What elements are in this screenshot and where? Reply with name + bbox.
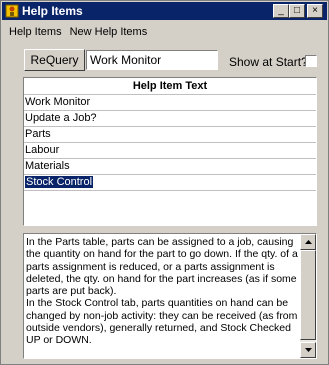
maximize-button[interactable]: □	[289, 4, 305, 18]
window-title: Help Items	[22, 4, 83, 18]
help-topic-input[interactable]: Work Monitor	[86, 50, 218, 70]
show-at-start-checkbox[interactable]	[305, 55, 317, 67]
list-item[interactable]: Update a Job?	[24, 111, 316, 127]
vertical-scrollbar[interactable]	[300, 234, 316, 358]
list-item-label: Stock Control	[25, 176, 94, 188]
menu-help-items[interactable]: Help Items	[5, 26, 66, 38]
scroll-thumb[interactable]	[300, 250, 316, 340]
list-item[interactable]: Materials	[24, 159, 316, 175]
close-button[interactable]: ×	[307, 4, 323, 18]
arrow-down-icon	[304, 348, 312, 352]
description-textarea[interactable]: In the Parts table, parts can be assigne…	[23, 233, 317, 359]
help-items-window: Help Items _ □ × Help Items New Help Ite…	[0, 0, 329, 365]
help-item-list[interactable]: Help Item Text Work Monitor Update a Job…	[23, 77, 317, 226]
list-item-label: Update a Job?	[25, 112, 97, 124]
list-item-label: Work Monitor	[25, 96, 91, 108]
list-item-label: Parts	[25, 128, 51, 140]
list-item[interactable]: Work Monitor	[24, 95, 316, 111]
arrow-up-icon	[304, 240, 312, 244]
list-item[interactable]: Labour	[24, 143, 316, 159]
list-item-label: Labour	[25, 144, 60, 156]
list-item[interactable]: Parts	[24, 127, 316, 143]
minimize-button[interactable]: _	[273, 4, 289, 18]
list-item-selected[interactable]: Stock Control	[24, 175, 316, 191]
list-header: Help Item Text	[24, 78, 316, 95]
app-icon	[5, 4, 19, 18]
description-text: In the Parts table, parts can be assigne…	[26, 236, 298, 347]
menu-bar: Help Items New Help Items	[2, 22, 327, 42]
window-controls: _ □ ×	[273, 4, 323, 18]
show-at-start-label: Show at Start?	[229, 55, 308, 69]
menu-new-help-items[interactable]: New Help Items	[66, 26, 152, 38]
scroll-down-button[interactable]	[300, 342, 316, 358]
title-bar[interactable]: Help Items _ □ ×	[2, 2, 327, 20]
requery-button[interactable]: ReQuery	[24, 49, 85, 71]
scroll-up-button[interactable]	[300, 234, 316, 250]
list-item-label: Materials	[25, 160, 70, 172]
toolbar: ReQuery Work Monitor Show at Start?	[2, 46, 327, 74]
